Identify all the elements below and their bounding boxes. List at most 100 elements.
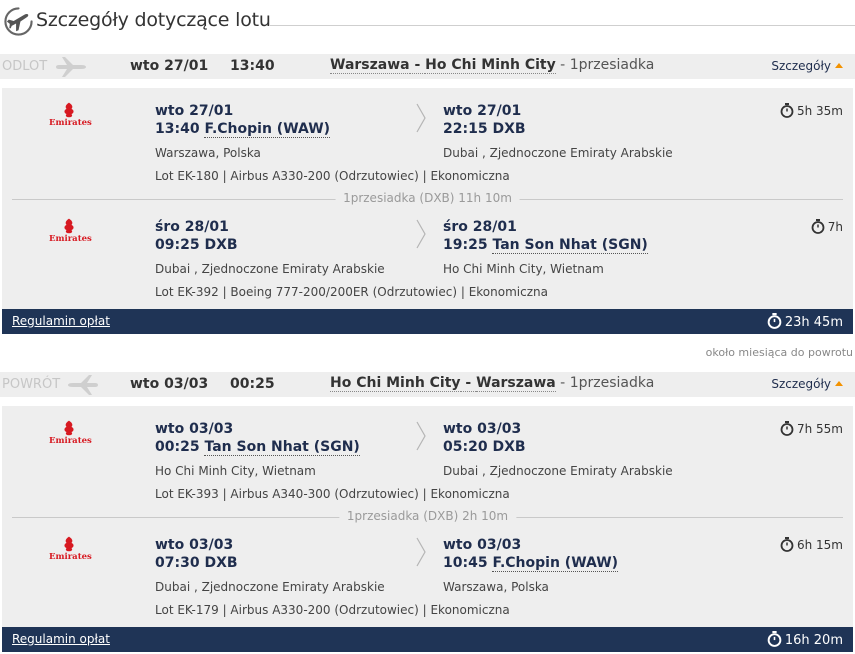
layover-info: 1przesiadka (DXB) 2h 10m bbox=[338, 509, 517, 523]
inbound-summary-bar[interactable]: POWRÓT wto 03/03 00:25 Ho Chi Minh City … bbox=[0, 372, 855, 397]
departure-airport: F.Chopin (WAW) bbox=[204, 121, 331, 138]
inbound-direction-label: POWRÓT bbox=[2, 377, 61, 392]
outbound-details-panel: Emirates wto 27/01 13:40 F.Chopin (WAW) … bbox=[2, 88, 853, 309]
segment-duration: 6h 15m bbox=[780, 537, 843, 552]
stopwatch-icon bbox=[767, 313, 782, 329]
chevron-right-icon bbox=[416, 219, 426, 249]
departure-place: Ho Chi Minh City, Wietnam bbox=[155, 464, 316, 478]
page-header: Szczegóły dotyczące lotu bbox=[0, 0, 855, 44]
arrival-place: Dubai , Zjednoczone Emiraty Arabskie bbox=[443, 464, 673, 478]
outbound-footer: Regulamin opłat 23h 45m bbox=[2, 309, 853, 334]
departure-time: 00:25 Tan Son Nhat (SGN) bbox=[155, 439, 360, 456]
caret-up-icon bbox=[835, 63, 843, 68]
arrival-place: Warszawa, Polska bbox=[443, 580, 549, 594]
departure-airport: DXB bbox=[204, 555, 238, 571]
arrival-date: wto 03/03 bbox=[443, 537, 522, 553]
arrival-date: wto 03/03 bbox=[443, 421, 522, 437]
total-duration: 16h 20m bbox=[767, 631, 843, 648]
inbound-details-panel: Emirates wto 03/03 00:25 Tan Son Nhat (S… bbox=[2, 406, 853, 627]
emirates-logo: Emirates bbox=[49, 218, 92, 248]
emirates-crest-icon bbox=[64, 536, 74, 552]
inbound-destination: Warszawa bbox=[476, 375, 556, 392]
stopwatch-icon bbox=[780, 537, 794, 552]
flight-segment: Emirates wto 03/03 07:30 DXB Dubai , Zje… bbox=[2, 522, 853, 622]
departure-date: śro 28/01 bbox=[155, 219, 229, 235]
plane-departure-icon bbox=[56, 57, 86, 77]
outbound-details-toggle[interactable]: Szczegóły bbox=[771, 59, 843, 73]
arrival-airport: Tan Son Nhat (SGN) bbox=[492, 237, 648, 254]
departure-date: wto 03/03 bbox=[155, 421, 234, 437]
segment-duration: 7h bbox=[811, 219, 843, 234]
segment-duration: 7h 55m bbox=[780, 421, 843, 436]
outbound-origin: Warszawa bbox=[330, 57, 410, 74]
chevron-right-icon bbox=[416, 421, 426, 451]
outbound-route: Warszawa - Ho Chi Minh City - 1przesiadk… bbox=[330, 57, 655, 74]
departure-time: 09:25 DXB bbox=[155, 237, 238, 253]
details-label[interactable]: Szczegóły bbox=[771, 377, 831, 391]
plane-return-icon bbox=[68, 375, 98, 395]
flight-segment: Emirates wto 27/01 13:40 F.Chopin (WAW) … bbox=[2, 88, 853, 188]
header-divider bbox=[270, 25, 855, 26]
arrival-place: Dubai , Zjednoczone Emiraty Arabskie bbox=[443, 146, 673, 160]
departure-time: 13:40 F.Chopin (WAW) bbox=[155, 121, 331, 138]
caret-up-icon bbox=[835, 381, 843, 386]
layover-info: 1przesiadka (DXB) 11h 10m bbox=[335, 191, 520, 205]
emirates-logo: Emirates bbox=[49, 536, 92, 566]
inbound-origin: Ho Chi Minh City bbox=[330, 375, 461, 392]
arrival-date: śro 28/01 bbox=[443, 219, 517, 235]
flight-segment: Emirates śro 28/01 09:25 DXB Dubai , Zje… bbox=[2, 204, 853, 304]
departure-place: Warszawa, Polska bbox=[155, 146, 261, 160]
stopwatch-icon bbox=[780, 421, 794, 436]
arrival-date: wto 27/01 bbox=[443, 103, 522, 119]
inbound-stops: 1przesiadka bbox=[569, 375, 655, 391]
inbound-route: Ho Chi Minh City - Warszawa - 1przesiadk… bbox=[330, 375, 655, 392]
outbound-destination: Ho Chi Minh City bbox=[425, 57, 556, 74]
arrival-place: Ho Chi Minh City, Wietnam bbox=[443, 262, 604, 276]
arrival-airport: DXB bbox=[492, 439, 526, 455]
chevron-right-icon bbox=[416, 103, 426, 133]
arrival-time: 05:20 DXB bbox=[443, 439, 526, 455]
outbound-time: 13:40 bbox=[230, 58, 275, 74]
stopwatch-icon bbox=[811, 219, 825, 234]
inbound-date: wto 03/03 bbox=[130, 376, 209, 392]
segment-duration: 5h 35m bbox=[780, 103, 843, 118]
inbound-time: 00:25 bbox=[230, 376, 275, 392]
flight-meta: Lot EK-180 | Airbus A330-200 (Odrzutowie… bbox=[155, 169, 510, 183]
flight-meta: Lot EK-179 | Airbus A330-200 (Odrzutowie… bbox=[155, 603, 510, 617]
departure-date: wto 27/01 bbox=[155, 103, 234, 119]
arrival-time: 22:15 DXB bbox=[443, 121, 526, 137]
arrival-airport: F.Chopin (WAW) bbox=[492, 555, 619, 572]
departure-date: wto 03/03 bbox=[155, 537, 234, 553]
stopwatch-icon bbox=[767, 631, 782, 647]
page-title: Szczegóły dotyczące lotu bbox=[36, 9, 271, 31]
arrival-airport: DXB bbox=[492, 121, 526, 137]
departure-place: Dubai , Zjednoczone Emiraty Arabskie bbox=[155, 262, 385, 276]
chevron-right-icon bbox=[416, 537, 426, 567]
flight-meta: Lot EK-392 | Boeing 777-200/200ER (Odrzu… bbox=[155, 285, 548, 299]
details-label[interactable]: Szczegóły bbox=[771, 59, 831, 73]
flight-meta: Lot EK-393 | Airbus A340-300 (Odrzutowie… bbox=[155, 487, 510, 501]
arrival-time: 19:25 Tan Son Nhat (SGN) bbox=[443, 237, 648, 254]
return-gap-note: około miesiąca do powrotu bbox=[705, 346, 853, 359]
outbound-stops: 1przesiadka bbox=[569, 57, 655, 73]
flight-segment: Emirates wto 03/03 00:25 Tan Son Nhat (S… bbox=[2, 406, 853, 506]
arrival-time: 10:45 F.Chopin (WAW) bbox=[443, 555, 619, 572]
emirates-logo: Emirates bbox=[49, 420, 92, 450]
emirates-logo: Emirates bbox=[49, 102, 92, 132]
total-duration: 23h 45m bbox=[767, 313, 843, 330]
inbound-details-toggle[interactable]: Szczegóły bbox=[771, 377, 843, 391]
departure-place: Dubai , Zjednoczone Emiraty Arabskie bbox=[155, 580, 385, 594]
fees-rules-link[interactable]: Regulamin opłat bbox=[12, 632, 110, 646]
departure-airport: Tan Son Nhat (SGN) bbox=[204, 439, 360, 456]
outbound-date: wto 27/01 bbox=[130, 58, 209, 74]
inbound-footer: Regulamin opłat 16h 20m bbox=[2, 627, 853, 652]
departure-airport: DXB bbox=[204, 237, 238, 253]
plane-circle-icon bbox=[4, 7, 33, 36]
emirates-crest-icon bbox=[64, 102, 74, 118]
departure-time: 07:30 DXB bbox=[155, 555, 238, 571]
outbound-direction-label: ODLOT bbox=[2, 59, 48, 74]
fees-rules-link[interactable]: Regulamin opłat bbox=[12, 314, 110, 328]
outbound-summary-bar[interactable]: ODLOT wto 27/01 13:40 Warszawa - Ho Chi … bbox=[0, 54, 855, 79]
stopwatch-icon bbox=[780, 103, 794, 118]
emirates-crest-icon bbox=[64, 420, 74, 436]
